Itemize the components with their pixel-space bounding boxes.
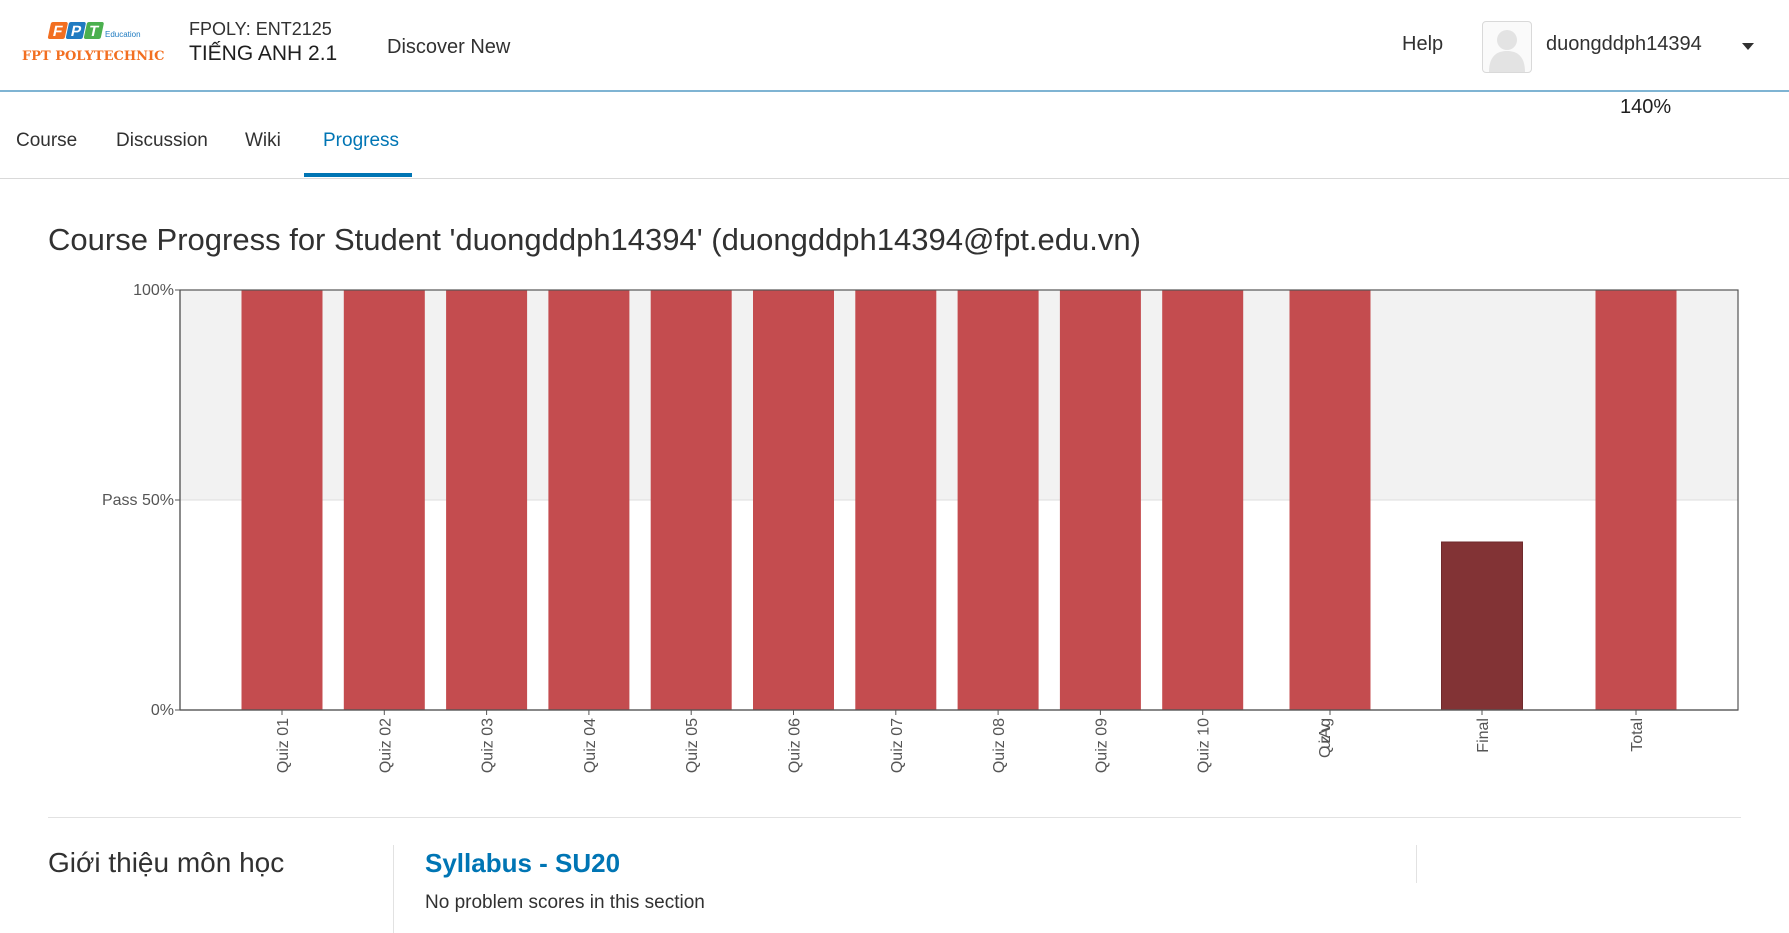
bar-total [1595, 290, 1677, 710]
user-menu[interactable]: duongddph14394 [1482, 21, 1782, 76]
user-silhouette-icon [1489, 30, 1525, 72]
logo-education-text: Education [105, 30, 141, 39]
y-label: 100% [133, 282, 174, 299]
bar-quiz-06 [753, 290, 834, 710]
active-tab-indicator [304, 173, 412, 177]
x-label-quiz-08: Quiz 08 [991, 718, 1008, 773]
bar-quiz-05 [650, 290, 732, 710]
x-label-quiz-avg: Quiz Avg [1317, 718, 1334, 758]
avatar[interactable] [1482, 21, 1532, 73]
bar-quiz-avg [1289, 290, 1371, 710]
y-label: Pass 50% [102, 492, 174, 509]
tab-progress[interactable]: Progress [323, 130, 399, 152]
bar-quiz-03 [446, 290, 528, 710]
bar-quiz-09 [1059, 290, 1141, 710]
section-divider [48, 817, 1741, 818]
x-label-quiz-09: Quiz 09 [1093, 718, 1110, 773]
x-label-quiz-10: Quiz 10 [1196, 718, 1213, 773]
fpt-polytechnic-logo[interactable]: F P T Education FPT POLYTECHNIC [20, 18, 165, 73]
course-tabs: Course Discussion Wiki Progress [0, 92, 1789, 179]
x-label-quiz-06: Quiz 06 [787, 718, 804, 773]
bar-quiz-02 [343, 290, 425, 710]
course-name: TIẾNG ANH 2.1 [189, 42, 338, 65]
x-label: Quiz Avg [1317, 718, 1334, 758]
bar-quiz-08 [957, 290, 1039, 710]
y-label: 0% [151, 702, 174, 719]
bar-quiz-01 [241, 290, 323, 710]
tab-discussion[interactable]: Discussion [116, 130, 208, 152]
site-header: F P T Education FPT POLYTECHNIC FPOLY: E… [0, 0, 1789, 92]
x-label-quiz-05: Quiz 05 [684, 718, 701, 773]
discover-new-link[interactable]: Discover New [387, 36, 510, 59]
logo-polytechnic-text: FPT POLYTECHNIC [22, 49, 164, 64]
x-label-final: Final [1475, 718, 1492, 753]
course-org: FPOLY: ENT2125 [189, 19, 332, 39]
no-scores-message: No problem scores in this section [425, 892, 705, 913]
x-label-total: Total [1629, 718, 1646, 752]
tab-wiki[interactable]: Wiki [245, 130, 281, 152]
x-label-quiz-02: Quiz 02 [377, 718, 394, 773]
x-label-quiz-03: Quiz 03 [480, 718, 497, 773]
bar-quiz-07 [855, 290, 937, 710]
x-label-quiz-07: Quiz 07 [889, 718, 906, 773]
section-separator-right [1416, 845, 1417, 883]
section-separator [393, 845, 394, 933]
help-link[interactable]: Help [1402, 33, 1443, 56]
bar-quiz-04 [548, 290, 630, 710]
page-title: Course Progress for Student 'duongddph14… [48, 222, 1141, 257]
logo-graphic: F P T Education FPT POLYTECHNIC [22, 22, 164, 64]
x-label-quiz-04: Quiz 04 [582, 718, 599, 773]
x-label-quiz-01: Quiz 01 [275, 718, 292, 773]
tab-course[interactable]: Course [16, 130, 77, 152]
username[interactable]: duongddph14394 [1546, 33, 1702, 56]
progress-chart: Quiz 01 Quiz 02 Quiz 03 Quiz 04 Quiz 05 Quiz … [102, 282, 1739, 773]
bar-quiz-10 [1162, 290, 1244, 710]
chevron-down-icon[interactable] [1738, 38, 1758, 54]
bar-final [1441, 541, 1523, 711]
subsection-link[interactable]: Syllabus - SU20 [425, 848, 620, 879]
section-title: Giới thiệu môn học [48, 847, 285, 878]
